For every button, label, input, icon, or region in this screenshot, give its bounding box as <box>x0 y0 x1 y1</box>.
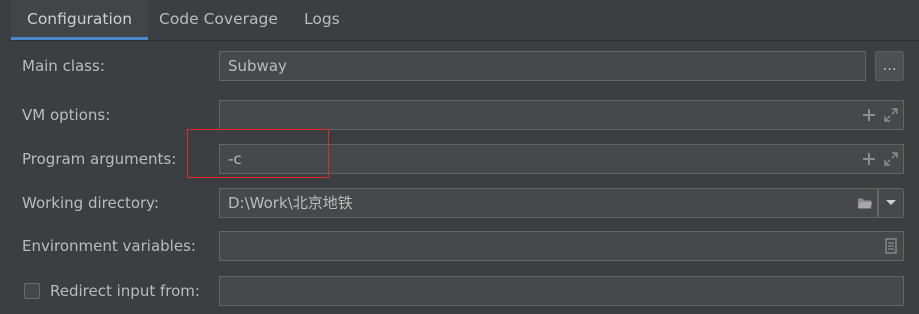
environment-variables-input[interactable] <box>219 231 904 261</box>
program-arguments-input[interactable]: -c <box>219 144 904 174</box>
tab-logs[interactable]: Logs <box>288 0 356 40</box>
folder-icon[interactable] <box>857 195 873 211</box>
working-directory-label: Working directory: <box>22 194 160 212</box>
environment-variables-label: Environment variables: <box>22 237 196 255</box>
main-class-input[interactable]: Subway <box>219 51 866 81</box>
expand-icon[interactable] <box>883 107 899 123</box>
working-directory-value: D:\Work\北京地铁 <box>228 194 353 212</box>
plus-icon[interactable] <box>861 107 877 123</box>
chevron-down-icon <box>883 195 899 211</box>
expand-icon[interactable] <box>883 151 899 167</box>
configuration-panel: Main class: Subway ... VM options: Progr… <box>10 40 919 314</box>
vm-options-input[interactable] <box>219 100 904 130</box>
working-directory-input[interactable]: D:\Work\北京地铁 <box>219 188 878 218</box>
program-arguments-value: -c <box>228 150 242 168</box>
main-class-row: Main class: Subway ... <box>10 51 919 83</box>
redirect-input-checkbox[interactable] <box>24 283 40 299</box>
working-directory-row: Working directory: D:\Work\北京地铁 <box>10 188 919 220</box>
main-class-browse-button[interactable]: ... <box>875 51 904 81</box>
main-class-label: Main class: <box>22 57 105 75</box>
tab-configuration[interactable]: Configuration <box>11 0 149 40</box>
redirect-input-label: Redirect input from: <box>50 282 200 300</box>
program-arguments-label: Program arguments: <box>22 150 177 168</box>
tab-code-coverage[interactable]: Code Coverage <box>143 0 294 40</box>
working-directory-dropdown-button[interactable] <box>878 188 904 218</box>
tab-bar: Configuration Code Coverage Logs <box>0 0 919 40</box>
vm-options-row: VM options: <box>10 100 919 132</box>
environment-variables-row: Environment variables: <box>10 231 919 263</box>
redirect-input-row: Redirect input from: <box>10 276 919 308</box>
vm-options-label: VM options: <box>22 106 111 124</box>
redirect-input-field[interactable] <box>219 276 904 306</box>
program-arguments-row: Program arguments: -c <box>10 144 919 176</box>
plus-icon[interactable] <box>861 151 877 167</box>
document-icon[interactable] <box>883 238 899 254</box>
